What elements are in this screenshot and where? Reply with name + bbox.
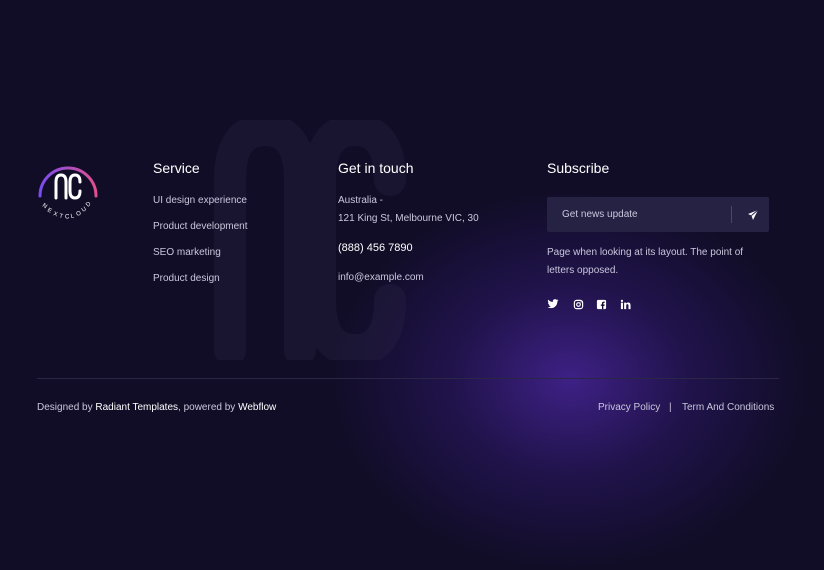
service-link-product-design[interactable]: Product design	[153, 273, 220, 284]
svg-text:L: L	[70, 213, 75, 220]
designed-by-text: Designed by	[37, 402, 93, 413]
background-logo-watermark	[214, 120, 406, 360]
service-title: Service	[153, 160, 200, 176]
svg-text:D: D	[85, 201, 93, 209]
service-link-seo-marketing[interactable]: SEO marketing	[153, 247, 221, 258]
subscribe-form	[547, 197, 769, 232]
footer-credits: Designed by Radiant Templates, powered b…	[37, 402, 276, 413]
svg-text:T: T	[59, 214, 64, 221]
contact-title: Get in touch	[338, 160, 414, 176]
twitter-icon	[547, 299, 559, 309]
instagram-icon	[573, 299, 583, 309]
paper-plane-icon	[748, 209, 759, 220]
address-line-1: Australia -	[338, 195, 384, 206]
footer-link-separator: |	[669, 402, 672, 413]
service-link-product-development[interactable]: Product development	[153, 221, 248, 232]
subscribe-submit-button[interactable]	[737, 197, 769, 232]
instagram-link[interactable]	[572, 298, 584, 310]
nextcloud-logo[interactable]: N E X T C L O U D	[36, 158, 100, 222]
terms-link[interactable]: Term And Conditions	[682, 402, 774, 413]
svg-text:E: E	[46, 207, 52, 214]
service-link-ui-design[interactable]: UI design experience	[153, 195, 247, 206]
facebook-icon	[596, 299, 606, 309]
email-link[interactable]: info@example.com	[338, 272, 424, 283]
newsletter-email-input[interactable]	[547, 197, 727, 232]
platform-link[interactable]: Webflow	[238, 402, 276, 413]
privacy-policy-link[interactable]: Privacy Policy	[598, 402, 660, 413]
linkedin-icon	[620, 299, 631, 309]
svg-text:O: O	[76, 211, 83, 218]
facebook-link[interactable]	[595, 298, 607, 310]
powered-by-text: , powered by	[178, 402, 236, 413]
twitter-link[interactable]	[547, 298, 559, 310]
svg-text:N: N	[41, 203, 48, 210]
svg-text:X: X	[52, 211, 58, 218]
footer-divider	[37, 378, 779, 379]
subscribe-description: Page when looking at its layout. The poi…	[547, 247, 744, 276]
designer-link[interactable]: Radiant Templates	[95, 402, 178, 413]
linkedin-link[interactable]	[619, 298, 631, 310]
subscribe-title: Subscribe	[547, 160, 610, 176]
input-divider	[731, 206, 732, 223]
svg-text:U: U	[81, 206, 88, 213]
address-line-2: 121 King St, Melbourne VIC, 30	[338, 213, 479, 224]
phone-link[interactable]: (888) 456 7890	[338, 242, 413, 254]
svg-text:C: C	[65, 215, 70, 221]
